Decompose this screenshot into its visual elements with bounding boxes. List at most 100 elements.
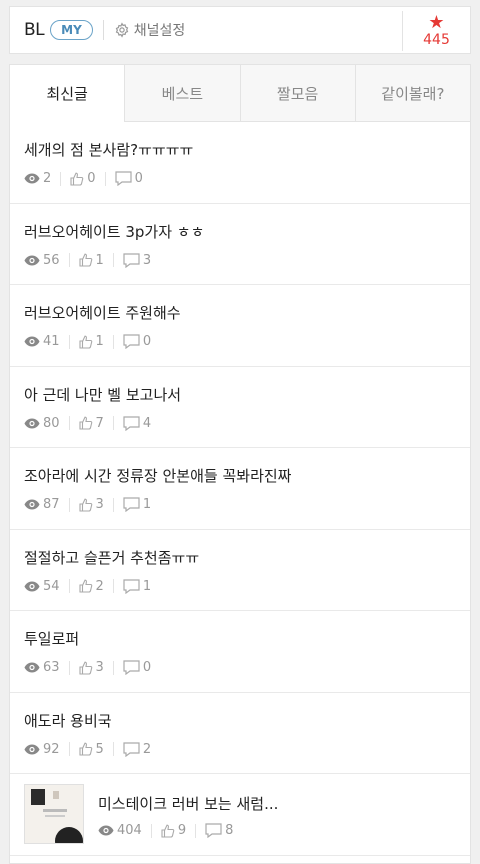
channel-settings-button[interactable]: 채널설정 — [114, 20, 185, 40]
post-title[interactable]: 조아라에 시간 정류장 안본애들 꼭봐라진짜 — [24, 465, 291, 486]
like-count: 1 — [78, 252, 104, 268]
thumbs-up-icon — [78, 661, 92, 675]
my-badge[interactable]: MY — [50, 20, 93, 40]
view-count-value: 41 — [43, 334, 60, 349]
post-meta: 80 7 4 — [24, 416, 151, 431]
channel-name[interactable]: BL — [24, 20, 45, 40]
meta-divider — [104, 171, 106, 186]
comment-icon — [123, 741, 140, 757]
thumbs-up-icon — [70, 172, 84, 186]
meta-divider — [60, 171, 62, 186]
post-item[interactable]: 세개의 점 본사람?ㅠㅠㅠㅠ 2 0 0 — [10, 122, 470, 204]
tab-bar: 최신글 베스트 짤모음 같이볼래? — [10, 65, 470, 122]
star-count: 445 — [423, 32, 450, 48]
comment-icon — [123, 334, 140, 349]
thumbs-up-icon — [161, 824, 175, 838]
meta-divider — [112, 579, 114, 593]
eye-icon — [24, 662, 40, 673]
post-title[interactable]: 세개의 점 본사람?ㅠㅠㅠㅠ — [24, 139, 193, 160]
comment-count: 3 — [123, 253, 151, 268]
top-header: BL MY 채널설정 ★ 445 — [9, 6, 471, 54]
view-count-value: 92 — [43, 741, 60, 757]
view-count-value: 87 — [43, 497, 60, 512]
post-item[interactable]: 조아라에 시간 정류장 안본애들 꼭봐라진짜 87 3 1 — [10, 448, 470, 530]
thumbs-up-icon — [78, 253, 92, 267]
post-title[interactable]: 러브오어헤이트 주원해수 — [24, 302, 181, 323]
comment-count: 0 — [123, 334, 151, 349]
feed-panel: 최신글 베스트 짤모음 같이볼래? 세개의 점 본사람?ㅠㅠㅠㅠ 2 0 0 러브오어헤… — [9, 64, 471, 864]
like-count: 1 — [78, 334, 104, 349]
eye-icon — [24, 255, 40, 265]
meta-divider — [68, 742, 70, 756]
post-title[interactable]: 아 근데 나만 벨 보고나서 — [24, 384, 181, 405]
comment-icon — [205, 823, 222, 838]
meta-divider — [68, 579, 70, 593]
thumbs-up-icon — [78, 579, 92, 593]
post-meta: 404 9 8 — [98, 823, 233, 838]
like-count-value: 2 — [95, 578, 104, 594]
post-item[interactable]: 러브오어헤이트 주원해수 41 1 0 — [10, 285, 470, 367]
like-count-value: 1 — [95, 334, 104, 349]
view-count: 92 — [24, 742, 60, 757]
view-count-value: 404 — [117, 823, 142, 838]
post-list: 세개의 점 본사람?ㅠㅠㅠㅠ 2 0 0 러브오어헤이트 3p가자 ㅎㅎ 56 1 3 러브오어… — [10, 122, 470, 856]
comment-count: 2 — [123, 742, 151, 757]
comment-count-value: 4 — [142, 415, 152, 431]
thumbs-up-icon — [78, 742, 92, 756]
view-count-value: 56 — [43, 252, 60, 268]
like-count: 0 — [70, 171, 96, 186]
post-item[interactable]: 아 근데 나만 벨 보고나서 80 7 4 — [10, 367, 470, 448]
post-title[interactable]: 애도라 용비국 — [24, 710, 112, 731]
meta-divider — [68, 660, 70, 675]
post-item[interactable]: 절절하고 슬픈거 추천좀ㅠㅠ 54 2 1 — [10, 530, 470, 611]
post-item[interactable]: 애도라 용비국 92 5 2 — [10, 693, 470, 774]
comment-count-value: 1 — [142, 578, 152, 594]
like-count: 3 — [78, 497, 104, 512]
like-count-value: 1 — [95, 252, 104, 268]
like-count: 3 — [78, 660, 104, 675]
post-meta: 92 5 2 — [24, 742, 151, 757]
eye-icon — [98, 825, 114, 836]
like-count: 5 — [78, 741, 104, 757]
view-count: 2 — [24, 171, 51, 186]
view-count-value: 2 — [43, 171, 52, 186]
post-meta: 56 1 3 — [24, 253, 151, 268]
meta-divider — [68, 497, 70, 512]
meta-divider — [68, 253, 70, 267]
meta-divider — [68, 334, 70, 349]
eye-icon — [24, 744, 40, 754]
comment-count-value: 2 — [142, 741, 152, 757]
post-title[interactable]: 절절하고 슬픈거 추천좀ㅠㅠ — [24, 547, 199, 568]
star-count-button[interactable]: ★ 445 — [402, 11, 470, 51]
comment-icon — [123, 497, 140, 512]
tab-latest[interactable]: 최신글 — [10, 65, 126, 122]
meta-divider — [112, 497, 114, 512]
tab-watch-together[interactable]: 같이볼래? — [354, 65, 470, 122]
thumbs-up-icon — [78, 335, 92, 349]
post-title[interactable]: 미스테이크 러버 보는 새럼... — [98, 793, 278, 814]
like-count-value: 0 — [87, 171, 96, 186]
comment-icon — [123, 415, 140, 431]
view-count-value: 54 — [43, 578, 60, 594]
comment-icon — [123, 578, 140, 594]
comment-count-value: 0 — [134, 171, 143, 186]
view-count: 41 — [24, 334, 60, 349]
comment-count: 1 — [123, 579, 151, 594]
post-title[interactable]: 러브오어헤이트 3p가자 ㅎㅎ — [24, 221, 204, 242]
like-count-value: 5 — [95, 741, 104, 757]
post-item[interactable]: 투일로퍼 63 3 0 — [10, 611, 470, 693]
tab-best[interactable]: 베스트 — [125, 65, 240, 122]
post-title[interactable]: 투일로퍼 — [24, 628, 79, 649]
view-count: 54 — [24, 579, 60, 594]
view-count-value: 80 — [43, 415, 60, 431]
post-item[interactable]: 러브오어헤이트 3p가자 ㅎㅎ 56 1 3 — [10, 204, 470, 285]
comment-icon — [123, 660, 140, 675]
comment-icon — [123, 252, 140, 268]
tab-gallery[interactable]: 짤모음 — [239, 65, 355, 122]
like-count: 7 — [78, 416, 104, 431]
comment-count-value: 1 — [142, 497, 152, 512]
post-item[interactable]: 미스테이크 러버 보는 새럼... 404 9 8 — [10, 774, 470, 856]
post-meta: 87 3 1 — [24, 497, 151, 512]
like-count-value: 3 — [95, 660, 104, 675]
view-count: 80 — [24, 416, 60, 431]
